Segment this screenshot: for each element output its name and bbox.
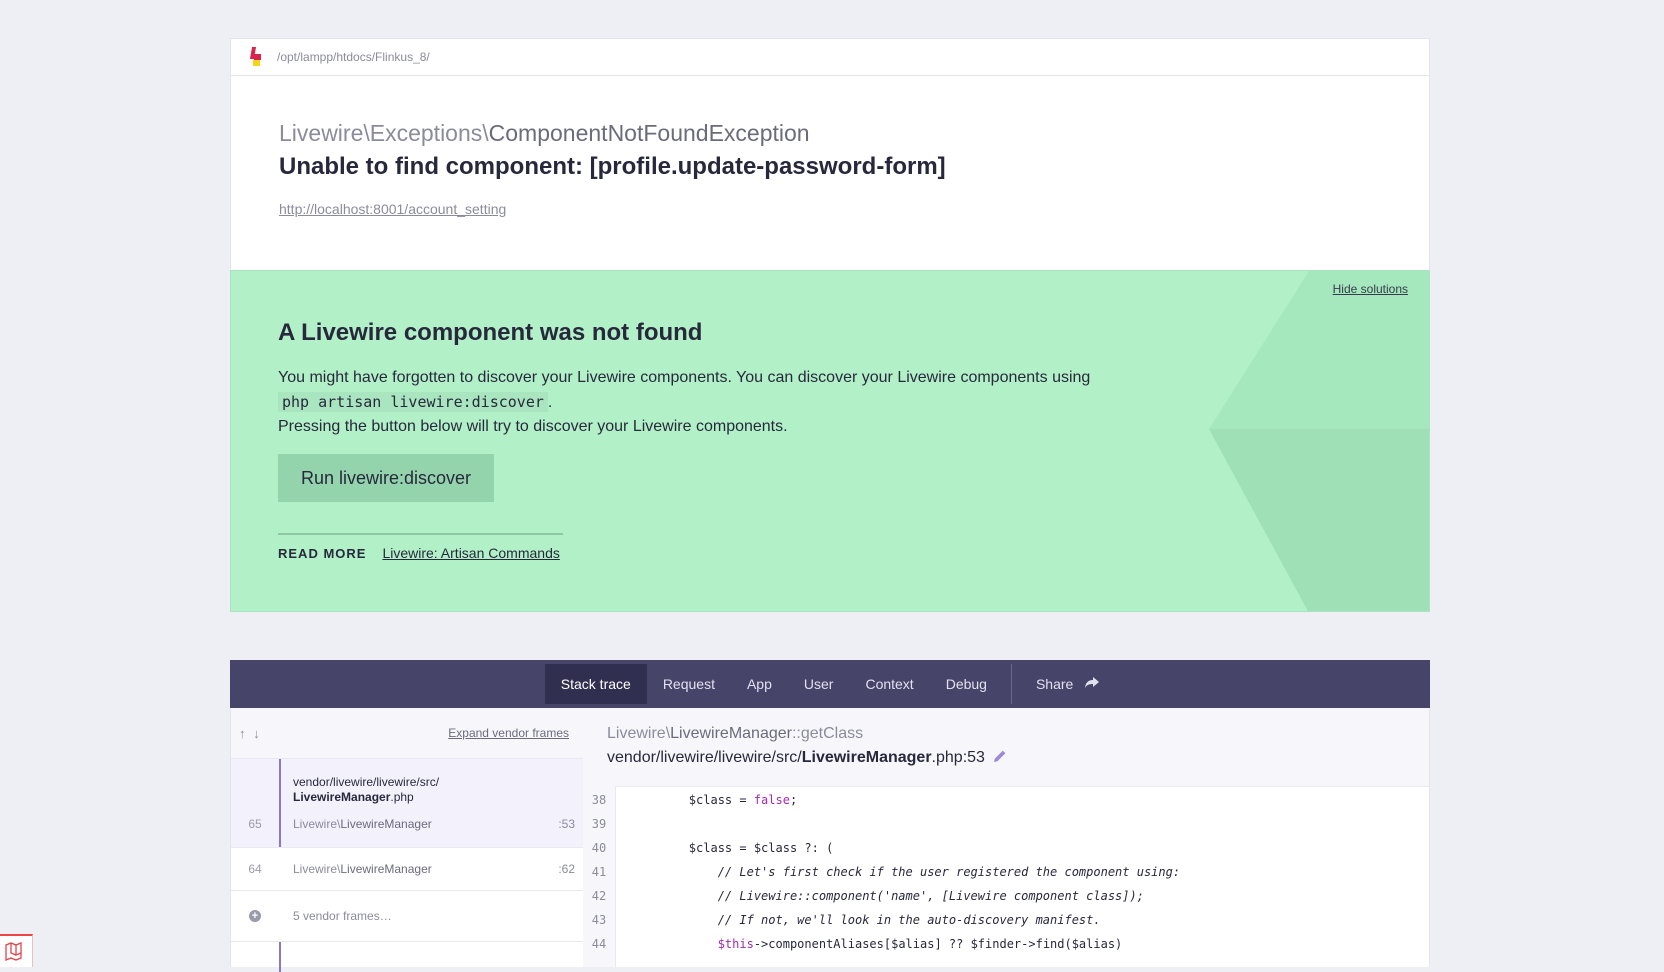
code-file: vendor/livewire/livewire/src/LivewireMan…	[607, 749, 1007, 767]
frame-line: :62	[558, 862, 575, 876]
code-text: $class = $class ?: (	[631, 841, 834, 855]
frame-item-active[interactable]: vendor/livewire/livewire/src/ LivewireMa…	[231, 759, 583, 848]
code-namespace: Livewire\	[607, 725, 671, 742]
exception-namespace: Livewire\Exceptions\	[279, 120, 489, 146]
frame-item-partial[interactable]	[231, 942, 583, 972]
code-text: $class = false;	[631, 793, 798, 807]
frame-class-name: LivewireManager	[340, 862, 432, 876]
tab-separator	[1010, 664, 1012, 704]
line-number: 39	[591, 817, 607, 831]
frame-namespace: Livewire\	[293, 862, 341, 876]
code-line: 38 $class = false;	[583, 788, 1429, 812]
pencil-icon[interactable]	[993, 749, 1007, 763]
plus-circle-icon: +	[249, 910, 261, 922]
project-path: /opt/lampp/htdocs/Flinkus_8/	[277, 50, 430, 64]
code-line: 44 $this->componentAliases[$alias] ?? $f…	[583, 932, 1429, 956]
ignition-logo-icon	[249, 47, 263, 67]
vendor-frames-toggle[interactable]: + 5 vendor frames…	[231, 891, 583, 942]
solution-desc-end: .	[547, 394, 553, 411]
frame-number: 65	[248, 817, 262, 831]
exception-message: Unable to find component: [profile.updat…	[279, 153, 946, 180]
code-comment: // Let's first check if the user registe…	[631, 865, 1181, 879]
solution-title: A Livewire component was not found	[278, 319, 703, 346]
code-class-name: LivewireManager	[670, 725, 792, 742]
tab-request[interactable]: Request	[647, 664, 731, 704]
frames-list: ↑ ↓ Expand vendor frames vendor/livewire…	[231, 708, 584, 972]
solution-panel: Hide solutions A Livewire component was …	[230, 270, 1430, 612]
code-class: Livewire\LivewireManager::getClass	[607, 725, 863, 743]
frame-line: :53	[558, 817, 575, 831]
tab-debug[interactable]: Debug	[930, 664, 1003, 704]
solution-description: You might have forgotten to discover you…	[278, 366, 1108, 439]
code-viewer: Livewire\LivewireManager::getClass vendo…	[583, 708, 1429, 967]
tab-bar: Stack trace Request App User Context Deb…	[230, 660, 1430, 708]
laravel-logo-icon	[5, 942, 22, 961]
frame-class-name: LivewireManager	[340, 817, 432, 831]
line-number: 41	[591, 865, 607, 879]
code-text: $this->componentAliases[$alias] ?? $find…	[717, 937, 1123, 951]
tab-stack-trace[interactable]: Stack trace	[544, 664, 647, 704]
line-number: 40	[591, 841, 607, 855]
vendor-frames-label: 5 vendor frames…	[293, 909, 392, 923]
exception-header: Livewire\Exceptions\ComponentNotFoundExc…	[230, 76, 1430, 270]
code-file-line: .php:53	[931, 749, 985, 766]
code-line: 41 // Let's first check if the user regi…	[583, 860, 1429, 884]
frame-item[interactable]: 64 Livewire\LivewireManager :62	[231, 848, 583, 891]
line-number: 43	[591, 913, 607, 927]
code-header: Livewire\LivewireManager::getClass vendo…	[583, 708, 1429, 787]
code-line: 43 // If not, we'll look in the auto-dis…	[583, 908, 1429, 932]
exception-class: Livewire\Exceptions\ComponentNotFoundExc…	[279, 120, 810, 147]
frame-class: Livewire\LivewireManager	[293, 862, 432, 876]
code-block: 38 $class = false; 39 40 $class = $class…	[583, 786, 1429, 967]
solution-desc-line1: You might have forgotten to discover you…	[278, 369, 1091, 386]
share-icon	[1085, 677, 1100, 688]
laravel-debugbar-badge[interactable]	[0, 934, 33, 967]
share-label: Share	[1035, 676, 1074, 692]
frame-class: Livewire\LivewireManager	[293, 817, 432, 831]
frames-header: ↑ ↓ Expand vendor frames	[231, 708, 583, 759]
line-number: 44	[591, 937, 607, 951]
code-file-name: LivewireManager	[801, 749, 932, 766]
request-url-link[interactable]: http://localhost:8001/account_setting	[279, 201, 506, 217]
frame-number: 64	[248, 862, 262, 876]
hide-solutions-link[interactable]: Hide solutions	[1333, 282, 1408, 296]
code-line: 40 $class = $class ?: (	[583, 836, 1429, 860]
app-topbar: /opt/lampp/htdocs/Flinkus_8/	[230, 38, 1430, 76]
tab-user[interactable]: User	[788, 664, 850, 704]
frame-file-dir: vendor/livewire/livewire/src/	[293, 775, 440, 789]
line-number: 42	[591, 889, 607, 903]
share-button[interactable]: Share	[1020, 664, 1115, 704]
frame-nav-arrows-icon[interactable]: ↑ ↓	[239, 726, 262, 741]
frame-indicator	[279, 942, 281, 972]
tab-context[interactable]: Context	[849, 664, 929, 704]
read-more-link[interactable]: Livewire: Artisan Commands	[382, 545, 559, 561]
code-line: 42 // Livewire::component('name', [Livew…	[583, 884, 1429, 908]
read-more-label: READ MORE	[278, 545, 367, 561]
line-number: 38	[591, 793, 607, 807]
frame-file-name: LivewireManager	[293, 790, 391, 804]
solution-decoration	[1209, 271, 1429, 611]
frame-file-ext: .php	[390, 790, 414, 804]
expand-vendor-frames-link[interactable]: Expand vendor frames	[448, 726, 569, 740]
code-file-dir: vendor/livewire/livewire/src/	[607, 749, 802, 766]
stack-trace-panel: ↑ ↓ Expand vendor frames vendor/livewire…	[230, 708, 1430, 972]
tab-app[interactable]: App	[731, 664, 788, 704]
code-comment: // Livewire::component('name', [Livewire…	[631, 889, 1144, 903]
exception-class-name: ComponentNotFoundException	[488, 120, 810, 146]
code-comment: // If not, we'll look in the auto-discov…	[631, 913, 1101, 927]
code-line: 39	[583, 812, 1429, 836]
frame-namespace: Livewire\	[293, 817, 341, 831]
frame-active-indicator	[279, 759, 281, 847]
code-method: ::getClass	[791, 725, 864, 742]
solution-command-code: php artisan livewire:discover	[278, 392, 548, 412]
run-livewire-discover-button[interactable]: Run livewire:discover	[278, 454, 494, 502]
solution-desc-line2: Pressing the button below will try to di…	[278, 418, 788, 435]
read-more: READ MORE Livewire: Artisan Commands	[278, 533, 563, 561]
frame-file: vendor/livewire/livewire/src/ LivewireMa…	[293, 775, 439, 805]
